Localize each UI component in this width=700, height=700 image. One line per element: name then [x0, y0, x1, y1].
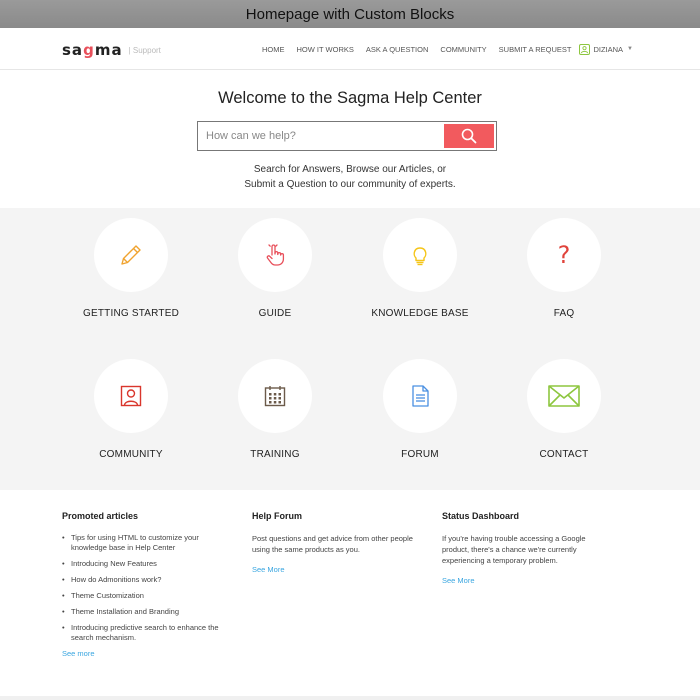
help-forum-title: Help Forum — [252, 511, 303, 521]
block-faq[interactable]: ? FAQ — [504, 218, 624, 319]
user-portrait-icon — [120, 385, 142, 407]
chevron-down-icon: ▼ — [627, 46, 633, 52]
list-item[interactable]: How do Admonitions work? — [62, 575, 222, 585]
block-label: CONTACT — [539, 449, 589, 460]
block-contact[interactable]: CONTACT — [504, 359, 624, 460]
block-training[interactable]: TRAINING — [215, 359, 335, 460]
nav-item-community[interactable]: COMMUNITY — [440, 45, 486, 54]
block-label: FAQ — [553, 308, 575, 319]
block-circle — [527, 359, 601, 433]
user-avatar-icon — [579, 43, 591, 55]
block-forum[interactable]: FORUM — [360, 359, 480, 460]
search-button[interactable] — [444, 124, 494, 148]
list-item[interactable]: Theme Installation and Branding — [62, 607, 222, 617]
list-item[interactable]: Introducing New Features — [62, 559, 222, 569]
block-label: KNOWLEDGE BASE — [371, 308, 469, 319]
page-title: Welcome to the Sagma Help Center — [218, 89, 482, 107]
status-dashboard-title: Status Dashboard — [442, 511, 520, 521]
block-label: COMMUNITY — [99, 449, 163, 460]
status-dashboard: Status Dashboard If you're having troubl… — [442, 511, 614, 585]
status-see-more-link[interactable]: See More — [442, 576, 614, 585]
search-form — [197, 121, 497, 151]
question-mark-icon: ? — [557, 241, 571, 269]
custom-blocks: GETTING STARTED GUIDE KNOWLEDGE BASE ? F… — [0, 208, 700, 490]
nav-item-how-it-works[interactable]: HOW IT WORKS — [297, 45, 354, 54]
block-label: TRAINING — [250, 449, 300, 460]
envelope-icon — [548, 385, 580, 407]
sagma-logo[interactable]: sagma | Support — [62, 41, 161, 59]
hero-description: Search for Answers, Browse our Articles,… — [244, 164, 456, 190]
help-forum-text: Post questions and get advice from other… — [252, 534, 413, 554]
block-circle — [238, 218, 312, 292]
calendar-icon — [264, 386, 286, 407]
window-title-bar: Homepage with Custom Blocks — [0, 0, 700, 28]
window-title: Homepage with Custom Blocks — [245, 5, 455, 23]
page-bottom-divider — [0, 696, 700, 700]
block-label: GETTING STARTED — [83, 308, 179, 319]
block-circle — [383, 359, 457, 433]
list-item[interactable]: Tips for using HTML to customize your kn… — [62, 533, 222, 553]
lightbulb-icon — [413, 247, 427, 266]
nav-links: HOME HOW IT WORKS ASK A QUESTION COMMUNI… — [250, 28, 633, 70]
block-knowledge-base[interactable]: KNOWLEDGE BASE — [360, 218, 480, 319]
block-community[interactable]: COMMUNITY — [71, 359, 191, 460]
nav-item-ask-a-question[interactable]: ASK A QUESTION — [366, 45, 429, 54]
logo-subtitle: | Support — [128, 45, 161, 55]
hero-section: Welcome to the Sagma Help Center Search … — [0, 70, 700, 208]
top-navbar: sagma | Support HOME HOW IT WORKS ASK A … — [0, 28, 700, 70]
list-item[interactable]: Introducing predictive search to enhance… — [62, 623, 222, 643]
block-label: GUIDE — [258, 308, 292, 319]
nav-item-home[interactable]: HOME — [262, 45, 285, 54]
block-circle — [94, 218, 168, 292]
promoted-articles-title: Promoted articles — [62, 511, 139, 521]
help-forum: Help Forum Post questions and get advice… — [252, 511, 424, 574]
user-menu[interactable]: DIZIANA ▼ — [579, 43, 633, 55]
nav-item-submit-a-request[interactable]: SUBMIT A REQUEST — [499, 45, 572, 54]
pointer-hand-icon — [266, 244, 285, 266]
search-icon — [461, 128, 477, 144]
block-circle — [238, 359, 312, 433]
promoted-articles: Promoted articles Tips for using HTML to… — [62, 511, 222, 658]
promoted-see-more-link[interactable]: See more — [62, 649, 222, 658]
document-icon — [412, 385, 429, 407]
block-circle: ? — [527, 218, 601, 292]
user-name: DIZIANA — [593, 44, 624, 54]
search-input[interactable] — [200, 124, 444, 148]
footer-section: Promoted articles Tips for using HTML to… — [0, 490, 700, 700]
logo-text: sagma — [62, 41, 123, 59]
pencil-icon — [121, 245, 141, 265]
forum-see-more-link[interactable]: See More — [252, 565, 424, 574]
block-circle — [383, 218, 457, 292]
list-item[interactable]: Theme Customization — [62, 591, 222, 601]
block-label: FORUM — [401, 449, 439, 460]
block-circle — [94, 359, 168, 433]
block-guide[interactable]: GUIDE — [215, 218, 335, 319]
promoted-articles-list: Tips for using HTML to customize your kn… — [62, 533, 222, 643]
status-dashboard-text: If you're having trouble accessing a Goo… — [442, 534, 586, 565]
block-getting-started[interactable]: GETTING STARTED — [71, 218, 191, 319]
